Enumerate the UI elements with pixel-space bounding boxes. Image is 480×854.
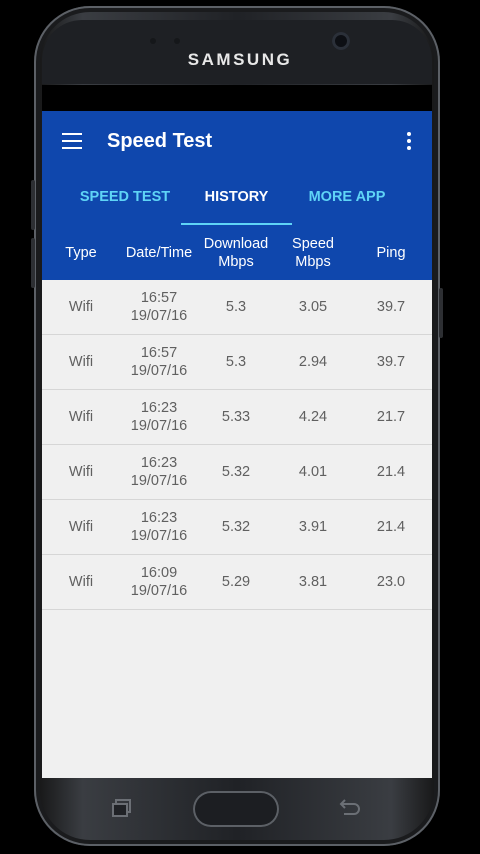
cell-type: Wifi	[68, 464, 94, 480]
history-table: Wifi 16:57 19/07/16 5.3 3.05 39.7 Wifi 1…	[42, 280, 432, 778]
tab-history[interactable]: HISTORY	[181, 173, 292, 225]
light-sensor	[174, 38, 180, 44]
table-row[interactable]: Wifi 16:23 19/07/16 5.33 4.24 21.7	[42, 390, 432, 445]
cell-download: 5.33	[221, 409, 251, 425]
app-bar: Speed Test	[42, 111, 432, 173]
cell-type: Wifi	[68, 299, 94, 315]
cell-time: 16:09	[140, 565, 178, 581]
cell-time: 16:23	[140, 510, 178, 526]
cell-speed: 2.94	[298, 354, 328, 370]
cell-time: 16:23	[140, 400, 178, 416]
cell-time: 16:57	[140, 345, 178, 361]
cell-datetime: 16:09 19/07/16	[131, 555, 187, 609]
tab-more-app[interactable]: MORE APP	[292, 173, 402, 225]
back-icon[interactable]	[336, 798, 362, 818]
app-title: Speed Test	[107, 130, 213, 152]
cell-datetime: 16:57 19/07/16	[131, 335, 187, 389]
tab-bar: SPEED TEST HISTORY MORE APP	[42, 173, 432, 225]
screen: Speed Test SPEED TEST HISTORY MORE APP T…	[42, 85, 432, 778]
hamburger-menu-icon[interactable]	[62, 133, 82, 149]
device-brand: SAMSUNG	[187, 50, 293, 69]
header-download: Download Mbps	[203, 235, 269, 270]
cell-ping: 21.4	[376, 519, 406, 535]
home-button[interactable]	[193, 791, 279, 827]
cell-date: 19/07/16	[130, 308, 188, 324]
cell-datetime: 16:57 19/07/16	[131, 280, 187, 334]
power-button[interactable]	[439, 288, 443, 338]
recent-apps-icon[interactable]	[110, 798, 134, 818]
header-speed: Speed Mbps	[292, 235, 334, 270]
cell-date: 19/07/16	[130, 473, 188, 489]
table-row[interactable]: Wifi 16:57 19/07/16 5.3 2.94 39.7	[42, 335, 432, 390]
cell-time: 16:23	[140, 455, 178, 471]
cell-download: 5.32	[221, 519, 251, 535]
table-row[interactable]: Wifi 16:57 19/07/16 5.3 3.05 39.7	[42, 280, 432, 335]
cell-datetime: 16:23 19/07/16	[131, 445, 187, 499]
cell-ping: 23.0	[376, 574, 406, 590]
cell-date: 19/07/16	[130, 583, 188, 599]
cell-type: Wifi	[68, 519, 94, 535]
table-row[interactable]: Wifi 16:23 19/07/16 5.32 3.91 21.4	[42, 500, 432, 555]
cell-ping: 21.7	[376, 409, 406, 425]
tab-speed-test[interactable]: SPEED TEST	[59, 173, 191, 225]
cell-speed: 3.05	[298, 299, 328, 315]
cell-speed: 3.81	[298, 574, 328, 590]
cell-download: 5.32	[221, 464, 251, 480]
cell-speed: 4.01	[298, 464, 328, 480]
cell-type: Wifi	[68, 409, 94, 425]
cell-ping: 39.7	[376, 299, 406, 315]
header-datetime: Date/Time	[125, 244, 193, 261]
proximity-sensor	[150, 38, 156, 44]
cell-datetime: 16:23 19/07/16	[131, 500, 187, 554]
front-camera-icon	[332, 32, 350, 50]
cell-ping: 39.7	[376, 354, 406, 370]
header-type: Type	[65, 244, 97, 261]
cell-ping: 21.4	[376, 464, 406, 480]
cell-time: 16:57	[140, 290, 178, 306]
status-bar	[42, 85, 432, 111]
cell-download: 5.29	[221, 574, 251, 590]
table-row[interactable]: Wifi 16:09 19/07/16 5.29 3.81 23.0	[42, 555, 432, 610]
table-header: Type Date/Time Download Mbps Speed Mbps …	[42, 225, 432, 280]
cell-download: 5.3	[225, 354, 247, 370]
cell-speed: 3.91	[298, 519, 328, 535]
cell-date: 19/07/16	[130, 363, 188, 379]
cell-datetime: 16:23 19/07/16	[131, 390, 187, 444]
cell-date: 19/07/16	[130, 528, 188, 544]
cell-type: Wifi	[68, 354, 94, 370]
cell-type: Wifi	[68, 574, 94, 590]
volume-up-button[interactable]	[31, 180, 35, 230]
volume-down-button[interactable]	[31, 238, 35, 288]
table-row[interactable]: Wifi 16:23 19/07/16 5.32 4.01 21.4	[42, 445, 432, 500]
more-vert-icon[interactable]	[406, 132, 412, 152]
cell-download: 5.3	[225, 299, 247, 315]
header-ping: Ping	[376, 244, 406, 261]
cell-speed: 4.24	[298, 409, 328, 425]
cell-date: 19/07/16	[130, 418, 188, 434]
